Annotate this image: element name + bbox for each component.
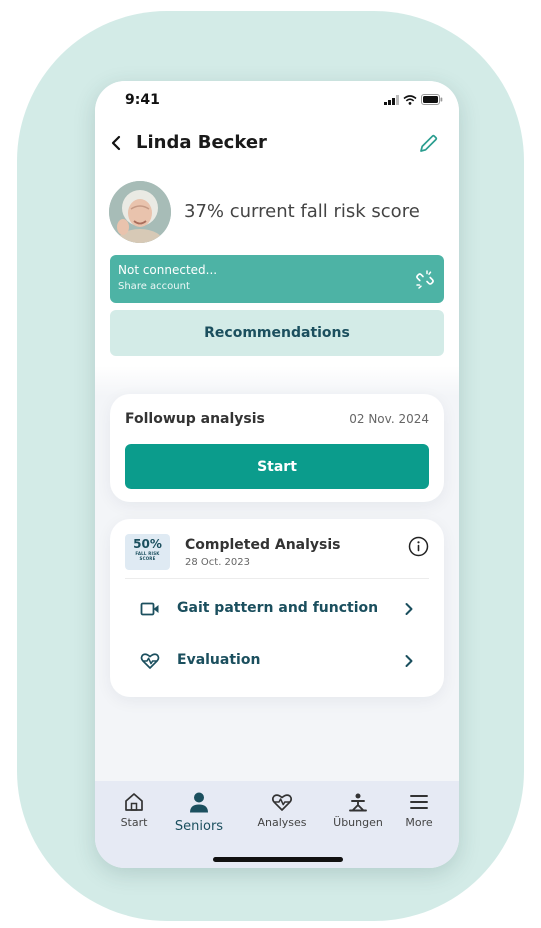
- followup-title: Followup analysis: [125, 411, 265, 427]
- senior-name: Linda Becker: [136, 132, 267, 153]
- tab-uebungen[interactable]: Übungen: [328, 791, 388, 829]
- completed-date: 28 Oct. 2023: [185, 557, 250, 568]
- badge-value: 50%: [133, 537, 162, 551]
- battery-icon: [421, 94, 443, 105]
- share-account-link[interactable]: Share account: [118, 281, 190, 292]
- chevron-right-icon: [405, 603, 413, 615]
- status-icons: [384, 94, 443, 105]
- home-indicator: [213, 857, 343, 862]
- tab-start-label: Start: [120, 816, 148, 829]
- divider: [125, 578, 429, 579]
- tab-uebungen-label: Übungen: [333, 816, 383, 829]
- badge-label-line2: SCORE: [139, 556, 156, 561]
- tab-seniors[interactable]: Seniors: [169, 791, 229, 834]
- back-chevron-icon[interactable]: [109, 133, 125, 153]
- tab-seniors-label: Seniors: [174, 819, 224, 834]
- edit-pencil-icon[interactable]: [417, 133, 439, 155]
- phone-screen: 9:41 Linda Becker 37% current fall risk …: [95, 81, 459, 868]
- status-time: 9:41: [125, 92, 160, 108]
- gait-pattern-item[interactable]: Gait pattern and function: [140, 596, 414, 622]
- home-icon: [125, 793, 143, 811]
- avatar: [109, 181, 171, 243]
- evaluation-label: Evaluation: [177, 652, 261, 668]
- broken-link-icon: [416, 270, 434, 289]
- header-fade: [95, 366, 459, 396]
- person-icon: [190, 792, 208, 813]
- video-camera-icon: [140, 602, 159, 616]
- tab-start[interactable]: Start: [104, 791, 164, 829]
- start-button[interactable]: Start: [125, 444, 429, 489]
- connection-status-bar[interactable]: Not connected... Share account: [110, 255, 444, 303]
- followup-analysis-card: Followup analysis 02 Nov. 2024 Start: [110, 394, 444, 502]
- evaluation-item[interactable]: Evaluation: [140, 648, 414, 674]
- gait-pattern-label: Gait pattern and function: [177, 600, 379, 616]
- tab-analyses-label: Analyses: [257, 816, 307, 829]
- signal-icon: [384, 94, 399, 105]
- menu-icon: [410, 795, 428, 809]
- completed-title: Completed Analysis: [185, 537, 341, 553]
- fall-risk-score-text: 37% current fall risk score: [184, 201, 420, 222]
- senior-photo: [109, 181, 171, 243]
- heart-pulse-icon: [140, 653, 160, 669]
- followup-date: 02 Nov. 2024: [349, 412, 429, 426]
- tab-more-label: More: [405, 816, 433, 829]
- completed-analysis-card: 50% FALL RISK SCORE Completed Analysis 2…: [110, 519, 444, 697]
- chevron-right-icon: [405, 655, 413, 667]
- recommendations-button[interactable]: Recommendations: [110, 310, 444, 356]
- fall-risk-badge: 50% FALL RISK SCORE: [125, 534, 170, 570]
- tab-analyses[interactable]: Analyses: [252, 791, 312, 829]
- bottom-tab-bar: Start Seniors Analyses Übungen More: [95, 781, 459, 868]
- exercise-icon: [349, 793, 367, 812]
- heart-pulse-icon: [271, 794, 293, 811]
- connection-status-title: Not connected...: [118, 263, 218, 277]
- info-icon[interactable]: [408, 536, 429, 557]
- wifi-icon: [403, 94, 417, 105]
- tab-more[interactable]: More: [389, 791, 449, 829]
